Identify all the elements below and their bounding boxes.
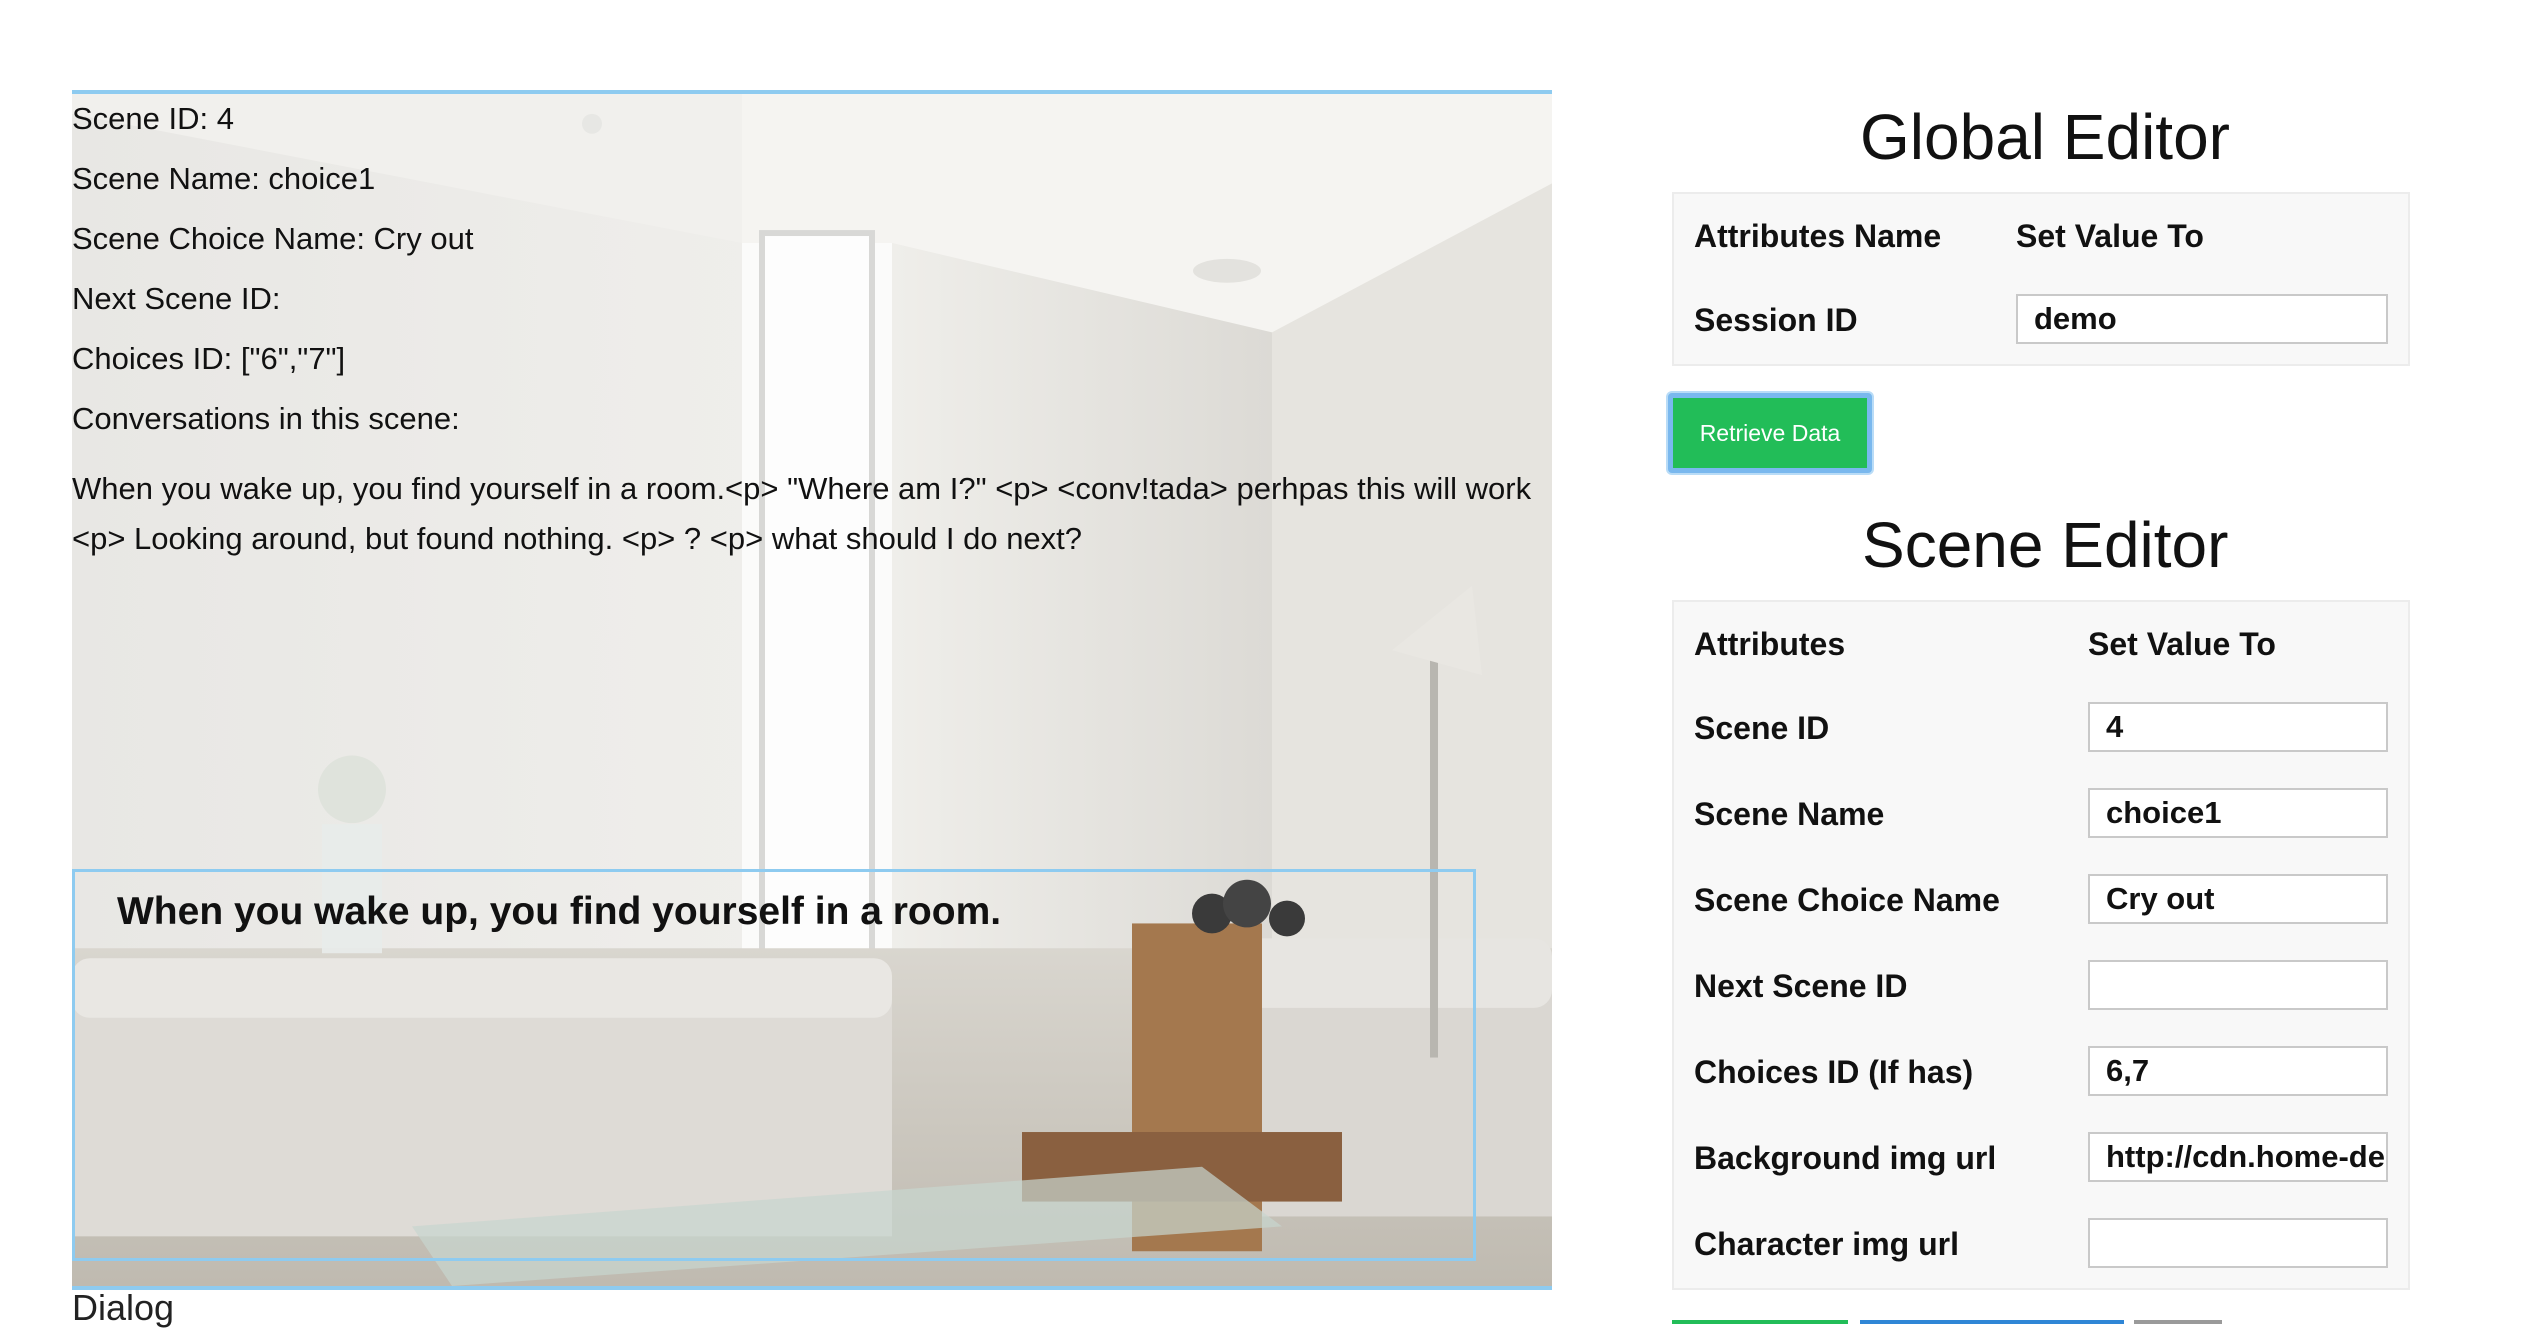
next-scene-id-label: Next Scene ID bbox=[1694, 968, 1908, 1004]
choices-id-text: Choices ID: ["6","7"] bbox=[72, 341, 346, 376]
background-img-url-input[interactable]: http://cdn.home-designing.com/ bbox=[2088, 1132, 2388, 1182]
scene-attr-header: Attributes bbox=[1694, 626, 1846, 662]
scene-editor-title: Scene Editor bbox=[1862, 509, 2229, 581]
scene-value-header: Set Value To bbox=[2088, 626, 2276, 662]
scene-name-input[interactable]: choice1 bbox=[2088, 788, 2388, 838]
scene-id-input[interactable]: 4 bbox=[2088, 702, 2388, 752]
global-editor-title: Global Editor bbox=[1860, 101, 2230, 173]
global-value-header: Set Value To bbox=[2016, 218, 2204, 254]
choices-id-label: Choices ID (If has) bbox=[1694, 1054, 1974, 1090]
scene-name-label: Scene Name bbox=[1694, 796, 1885, 832]
session-id-input[interactable]: demo bbox=[2016, 294, 2388, 344]
global-editor-table: Attributes Name Set Value To Session ID … bbox=[1672, 192, 2410, 366]
conversations-label: Conversations in this scene: bbox=[72, 401, 460, 436]
retrieve-data-button[interactable]: Retrieve Data bbox=[1668, 393, 1872, 473]
next-scene-id-text: Next Scene ID: bbox=[72, 281, 281, 316]
next-scene-id-input[interactable] bbox=[2088, 960, 2388, 1010]
scene-stage: Scene ID: 4 Scene Name: choice1 Scene Ch… bbox=[72, 90, 1552, 1290]
save-button-edge[interactable] bbox=[1672, 1320, 1848, 1324]
scene-choice-name-label: Scene Choice Name bbox=[1694, 882, 2000, 918]
scene-id-label: Scene ID bbox=[1694, 710, 1830, 746]
secondary-button-edge[interactable] bbox=[2134, 1320, 2222, 1324]
conversations-text: When you wake up, you find yourself in a… bbox=[72, 471, 1532, 556]
choices-id-input[interactable]: 6,7 bbox=[2088, 1046, 2388, 1096]
scene-editor-table: Attributes Set Value To Scene ID 4 Scene… bbox=[1672, 600, 2410, 1290]
dialog-box[interactable]: When you wake up, you find yourself in a… bbox=[72, 869, 1476, 1261]
scene-choice-name-input[interactable]: Cry out bbox=[2088, 874, 2388, 924]
background-img-url-label: Background img url bbox=[1694, 1140, 1997, 1176]
global-attr-header: Attributes Name bbox=[1694, 218, 1942, 254]
dialog-section-label: Dialog bbox=[72, 1287, 175, 1328]
session-id-label: Session ID bbox=[1694, 302, 1858, 338]
scene-name-text: Scene Name: choice1 bbox=[72, 161, 376, 196]
character-img-url-label: Character img url bbox=[1694, 1226, 1959, 1262]
dialog-text: When you wake up, you find yourself in a… bbox=[117, 890, 1002, 933]
scene-choice-name-text: Scene Choice Name: Cry out bbox=[72, 221, 474, 256]
scene-id-text: Scene ID: 4 bbox=[72, 101, 234, 136]
action-button-edge[interactable] bbox=[1860, 1320, 2124, 1324]
character-img-url-input[interactable] bbox=[2088, 1218, 2388, 1268]
